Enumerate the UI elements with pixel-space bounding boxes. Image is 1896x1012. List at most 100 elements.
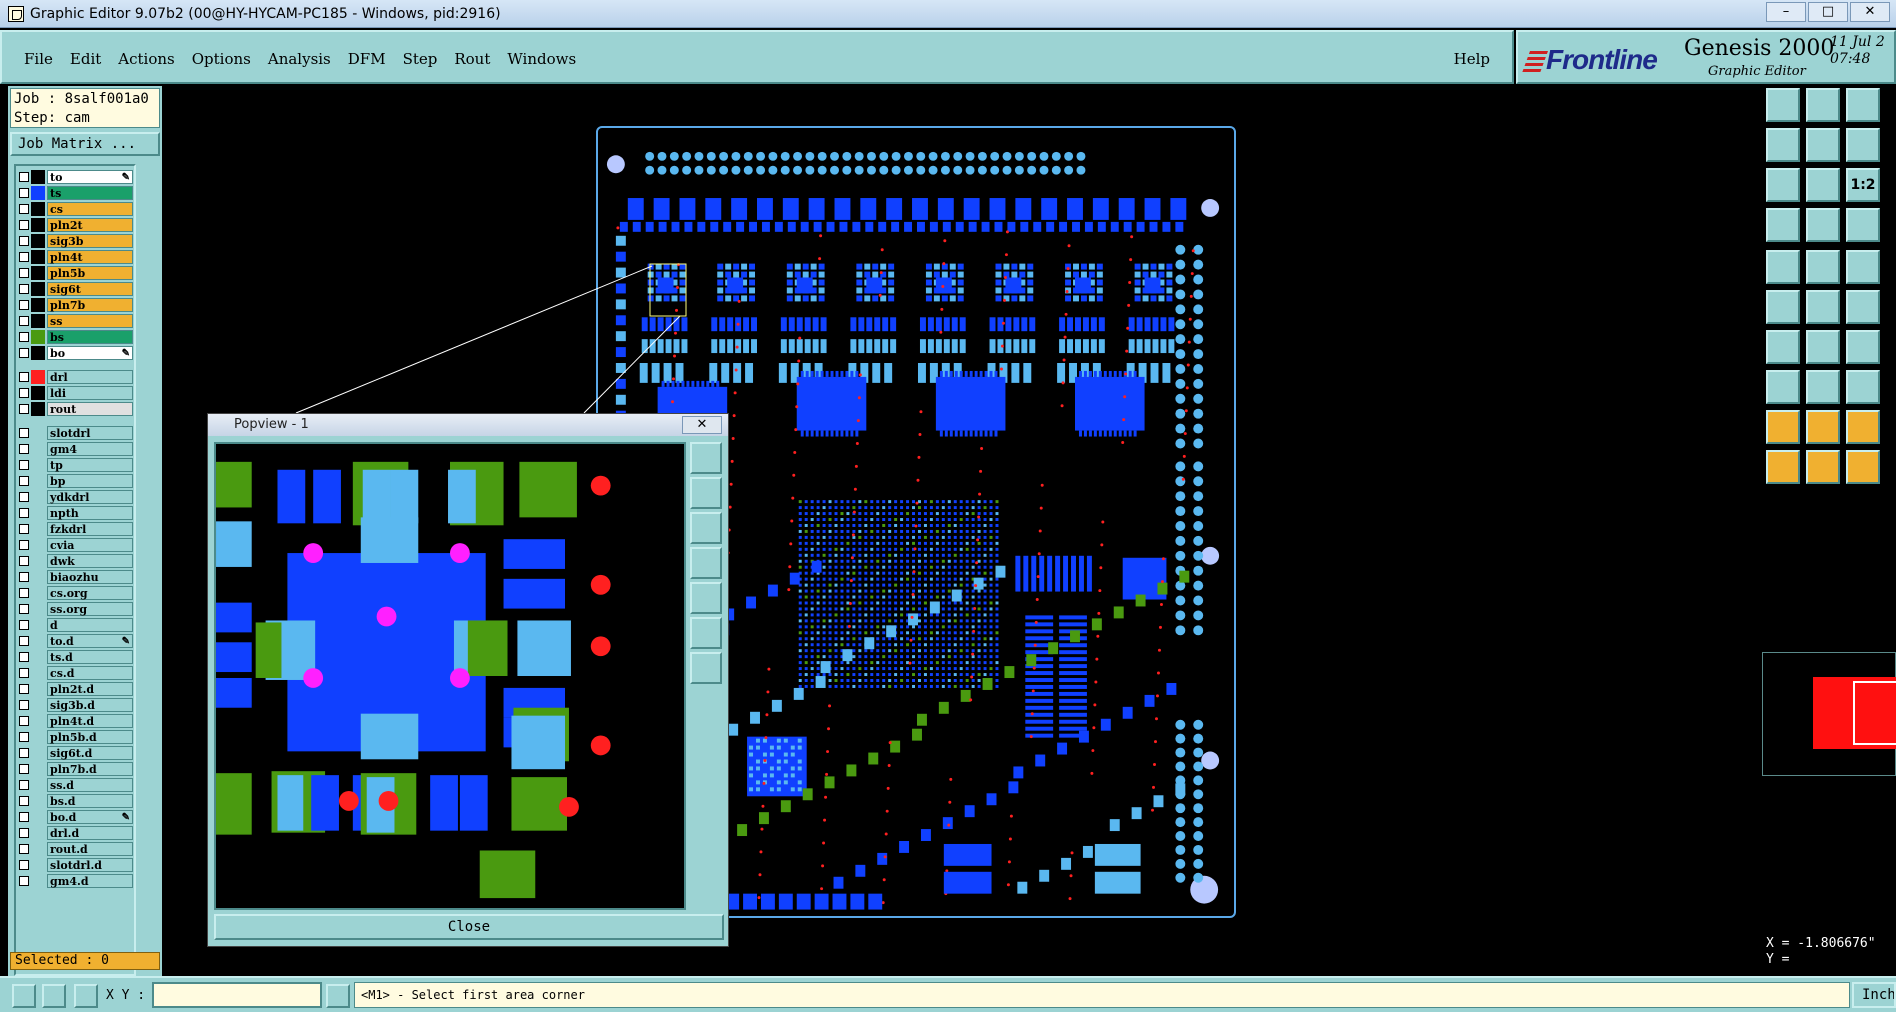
layer-color-swatch[interactable] (31, 474, 45, 488)
layer-row-npth[interactable]: npth (19, 506, 133, 520)
layer-checkbox[interactable] (19, 668, 29, 678)
layer-checkbox[interactable] (19, 732, 29, 742)
layer-checkbox[interactable] (19, 300, 29, 310)
layer-name[interactable]: npth (47, 506, 133, 520)
popview-left-icon[interactable] (690, 547, 722, 579)
layer-name[interactable]: ts (47, 186, 133, 200)
layer-name[interactable]: bo ✎ (47, 346, 133, 360)
layer-row-pln5b-d[interactable]: pln5b.d (19, 730, 133, 744)
layer-row-pln5b[interactable]: pln5b (19, 266, 133, 280)
layer-checkbox[interactable] (19, 388, 29, 398)
layer-checkbox[interactable] (19, 556, 29, 566)
layer-row-pln2t-d[interactable]: pln2t.d (19, 682, 133, 696)
layer-name[interactable]: cs.org (47, 586, 133, 600)
layer-name[interactable]: dwk (47, 554, 133, 568)
layer-row-ts[interactable]: ts (19, 186, 133, 200)
layer-checkbox[interactable] (19, 876, 29, 886)
layer-row-ldi[interactable]: ldi (19, 386, 133, 400)
layer-color-swatch[interactable] (31, 538, 45, 552)
layer-color-swatch[interactable] (31, 442, 45, 456)
menu-dfm[interactable]: DFM (348, 50, 386, 68)
layer-checkbox[interactable] (19, 812, 29, 822)
layer-checkbox[interactable] (19, 716, 29, 726)
layer-row-bo[interactable]: bo ✎ (19, 346, 133, 360)
layer-color-swatch[interactable] (31, 746, 45, 760)
layer-color-swatch[interactable] (31, 202, 45, 216)
layer-color-swatch[interactable] (31, 402, 45, 416)
layer-color-swatch[interactable] (31, 730, 45, 744)
layer-name[interactable]: cvia (47, 538, 133, 552)
layer-row-fzkdrl[interactable]: fzkdrl (19, 522, 133, 536)
zoom-icon[interactable] (1806, 168, 1840, 202)
layer-checkbox[interactable] (19, 348, 29, 358)
minus-icon[interactable] (1806, 370, 1840, 404)
layer-name[interactable]: fzkdrl (47, 522, 133, 536)
layer-row-slotdrl[interactable]: slotdrl (19, 426, 133, 440)
layer-name[interactable]: ss.org (47, 602, 133, 616)
layers-icon[interactable] (1766, 208, 1800, 242)
layer-row-gm4-d[interactable]: gm4.d (19, 874, 133, 888)
layer-color-swatch[interactable] (31, 250, 45, 264)
layer-checkbox[interactable] (19, 508, 29, 518)
layer-name[interactable]: cs.d (47, 666, 133, 680)
layer-checkbox[interactable] (19, 828, 29, 838)
layer-name[interactable]: gm4.d (47, 874, 133, 888)
layer-checkbox[interactable] (19, 372, 29, 382)
menu-options[interactable]: Options (192, 50, 251, 68)
popview-up-icon[interactable] (690, 477, 722, 509)
layer-color-swatch[interactable] (31, 714, 45, 728)
layer-name[interactable]: bp (47, 474, 133, 488)
layer-name[interactable]: pln7b.d (47, 762, 133, 776)
undo-icon[interactable] (1846, 128, 1880, 162)
open-icon[interactable] (1766, 88, 1800, 122)
layer-name[interactable]: to.d ✎ (47, 634, 133, 648)
maximize-button[interactable]: □ (1808, 2, 1848, 22)
layer-color-swatch[interactable] (31, 810, 45, 824)
layer-name[interactable]: drl.d (47, 826, 133, 840)
layer-name[interactable]: rout (47, 402, 133, 416)
layer-name[interactable]: to ✎ (47, 170, 133, 184)
layer-color-swatch[interactable] (31, 858, 45, 872)
layer-row-pln7b[interactable]: pln7b (19, 298, 133, 312)
layer-name[interactable]: pln5b.d (47, 730, 133, 744)
layer-color-swatch[interactable] (31, 570, 45, 584)
layer-color-swatch[interactable] (31, 554, 45, 568)
layer-color-swatch[interactable] (31, 602, 45, 616)
layer-name[interactable]: bs (47, 330, 133, 344)
layer-color-swatch[interactable] (31, 506, 45, 520)
angle-icon[interactable] (1766, 330, 1800, 364)
layer-name[interactable]: gm4 (47, 442, 133, 456)
layer-name[interactable]: pln2t.d (47, 682, 133, 696)
layer-color-swatch[interactable] (31, 458, 45, 472)
layer-checkbox[interactable] (19, 492, 29, 502)
layer-checkbox[interactable] (19, 764, 29, 774)
layer-row-sig6t[interactable]: sig6t (19, 282, 133, 296)
layer-row-pln4t-d[interactable]: pln4t.d (19, 714, 133, 728)
layer-row-ss-org[interactable]: ss.org (19, 602, 133, 616)
layer-row-dwk[interactable]: dwk (19, 554, 133, 568)
ratio-icon[interactable]: 1:2 (1846, 168, 1880, 202)
popview-zoom-out-icon[interactable] (690, 652, 722, 684)
layer-checkbox[interactable] (19, 684, 29, 694)
layer-checkbox[interactable] (19, 428, 29, 438)
layer-name[interactable]: drl (47, 370, 133, 384)
layer-checkbox[interactable] (19, 844, 29, 854)
layer-color-swatch[interactable] (31, 586, 45, 600)
units-selector[interactable]: Inch (1852, 982, 1896, 1008)
layer-row-ss-d[interactable]: ss.d (19, 778, 133, 792)
minimize-button[interactable]: – (1766, 2, 1806, 22)
popview-down-icon[interactable] (690, 512, 722, 544)
layer-row-ss[interactable]: ss (19, 314, 133, 328)
menu-help[interactable]: Help (1454, 50, 1490, 68)
layer-row-drl-d[interactable]: drl.d (19, 826, 133, 840)
dim-icon[interactable] (1846, 370, 1880, 404)
layer-row-ydkdrl[interactable]: ydkdrl (19, 490, 133, 504)
layer-color-swatch[interactable] (31, 234, 45, 248)
layer-color-swatch[interactable] (31, 386, 45, 400)
layer-name[interactable]: ss (47, 314, 133, 328)
layer-checkbox[interactable] (19, 780, 29, 790)
layer-name[interactable]: ydkdrl (47, 490, 133, 504)
layer-row-slotdrl-d[interactable]: slotdrl.d (19, 858, 133, 872)
layer-row-biaozhu[interactable]: biaozhu (19, 570, 133, 584)
layer-checkbox[interactable] (19, 572, 29, 582)
